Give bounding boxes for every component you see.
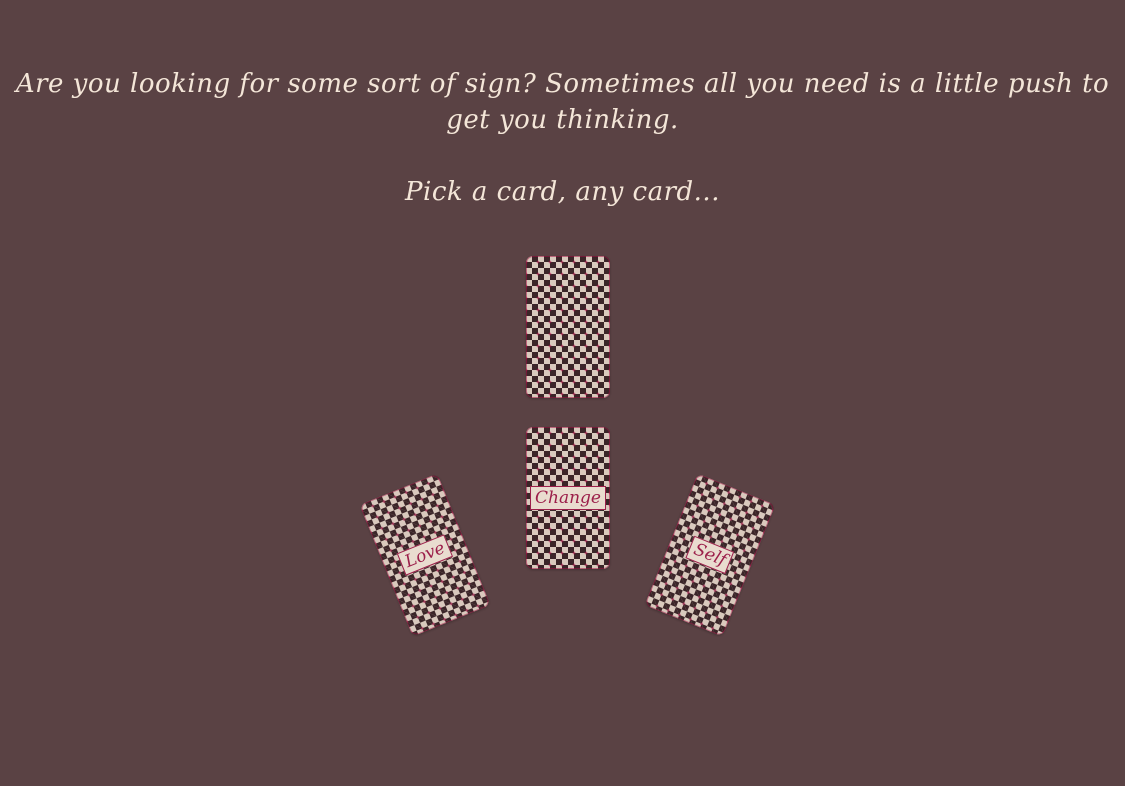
change-card-label: Change [530, 486, 606, 510]
love-card[interactable]: Love [359, 473, 491, 637]
self-card-label: Self [685, 535, 735, 575]
self-card[interactable]: Self [644, 473, 776, 637]
intro-text: Are you looking for some sort of sign? S… [0, 66, 1125, 138]
face-down-card[interactable] [526, 256, 610, 398]
intro-line-2: get you thinking. [446, 105, 679, 135]
love-card-label: Love [396, 534, 454, 576]
change-card[interactable]: Change [526, 427, 610, 569]
pick-card-prompt: Pick a card, any card... [405, 177, 720, 207]
intro-line-1: Are you looking for some sort of sign? S… [15, 69, 1110, 99]
